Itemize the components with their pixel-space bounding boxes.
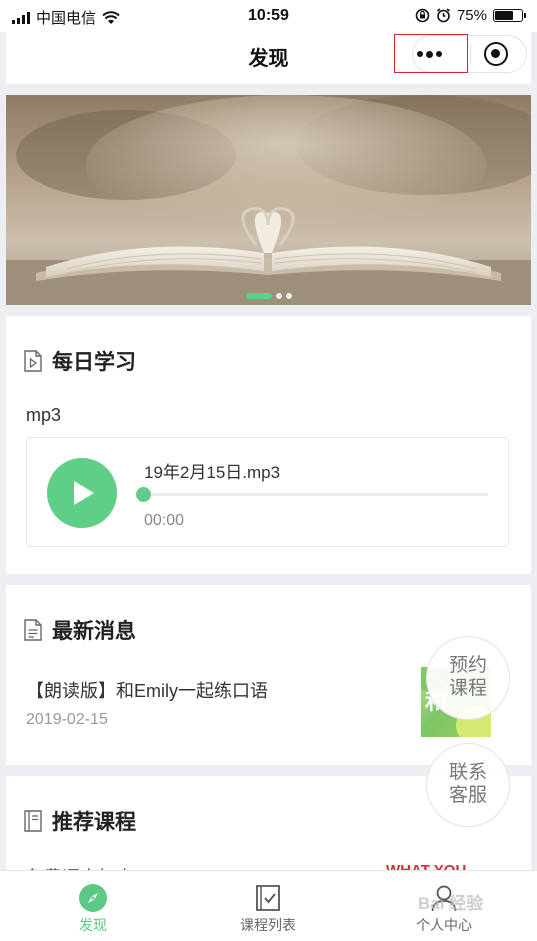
battery-icon [493,9,526,22]
progress-track[interactable] [144,493,488,496]
status-bar: 中国电信 10:59 75% [0,0,537,32]
carousel-dot[interactable] [245,293,272,299]
book-course-label-2: 课程 [448,678,487,699]
close-mini-program-button[interactable] [484,42,508,66]
news-item-title[interactable]: 【朗读版】和Emily一起练口语 [26,677,268,703]
alarm-icon [436,8,450,23]
play-button[interactable] [47,458,117,528]
tab-course-list[interactable]: 课程列表 [208,883,328,935]
battery-percent: 75% [456,7,487,24]
battery-level [495,11,513,20]
capsule-divider [470,45,471,65]
banner-image-book [6,95,531,305]
course-list-icon [256,885,280,911]
tab-bar: 发现 课程列表 个人中心 Bai 经验 [0,870,537,941]
tab-label: 课程列表 [240,917,296,933]
book-course-label-1: 预约 [448,655,487,676]
section-title: 每日学习 [52,351,136,374]
mini-program-capsule [394,34,527,73]
rotation-lock-icon [415,8,430,23]
contact-service-button[interactable]: 联系 客服 [426,743,510,827]
tab-label: 个人中心 [416,917,472,933]
nav-bar: 发现 [6,32,531,84]
media-type-label: mp3 [26,405,62,425]
progress-knob[interactable] [136,487,151,502]
more-button[interactable] [394,34,468,73]
contact-service-label-1: 联系 [448,762,487,783]
video-doc-icon [24,350,42,372]
section-title: 最新消息 [52,620,136,643]
news-header: 最新消息 [24,615,136,645]
tab-discover[interactable]: 发现 [33,883,153,935]
more-icon [417,50,442,58]
audio-player: 19年2月15日.mp3 00:00 [26,437,509,547]
daily-learning-card: 每日学习 mp3 19年2月15日.mp3 00:00 [6,316,531,574]
document-icon [24,619,42,641]
track-name: 19年2月15日.mp3 [144,463,281,482]
tab-label: 发现 [79,917,107,933]
current-time: 00:00 [144,512,185,529]
courses-header: 推荐课程 [24,806,136,836]
compass-icon [79,884,107,912]
contact-service-label-2: 客服 [448,785,487,806]
carousel-dot[interactable] [275,293,282,299]
book-icon [24,810,42,832]
status-right: 75% [415,7,526,24]
carousel-indicator [6,293,531,299]
news-item-date: 2019-02-15 [26,711,108,728]
book-course-button[interactable]: 预约 课程 [426,636,510,720]
daily-learning-header: 每日学习 [24,346,136,376]
section-title: 推荐课程 [52,811,136,834]
banner-carousel[interactable] [6,95,531,305]
carousel-dot[interactable] [285,293,292,299]
watermark: Bai 经验 [418,894,484,913]
